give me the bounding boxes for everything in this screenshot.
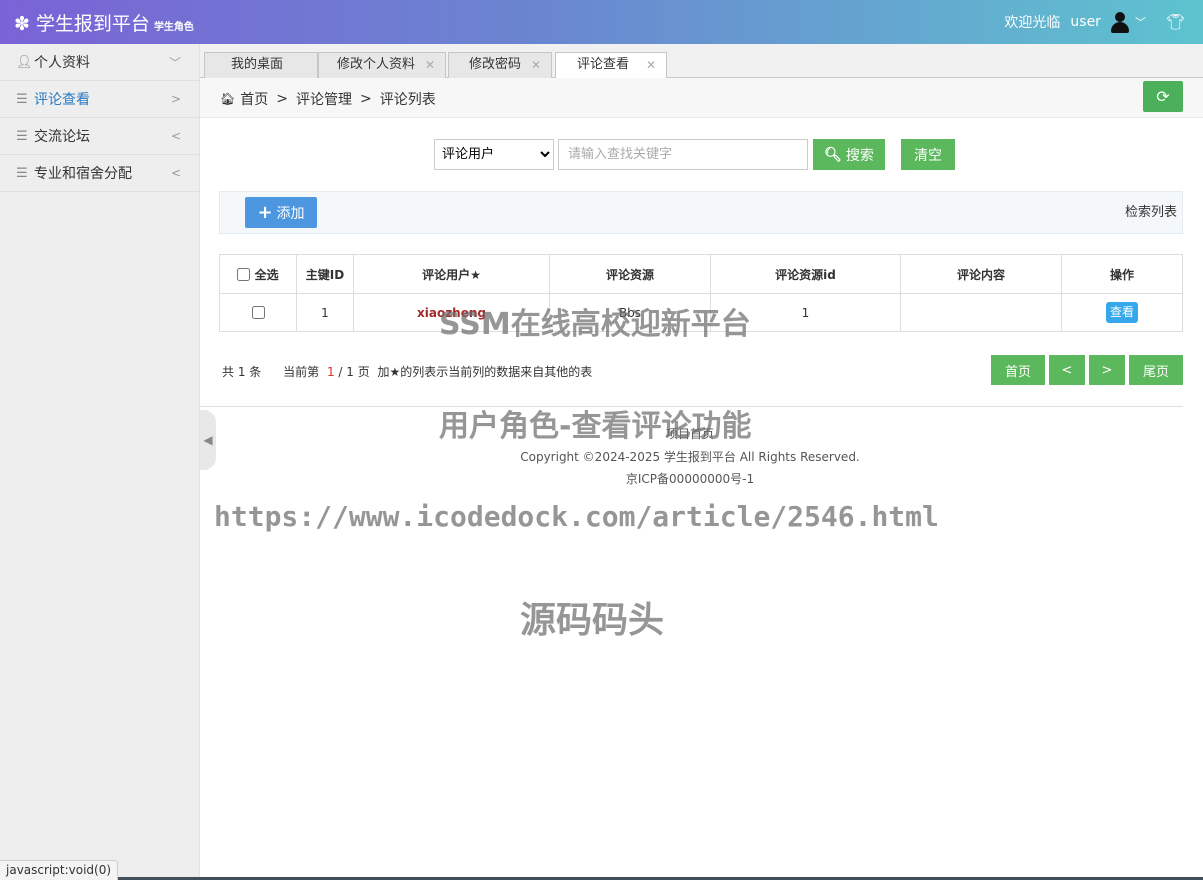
search-bar: 评论用户 🔍︎ 搜索 清空	[434, 139, 955, 170]
footer-icp[interactable]: 京ICP备00000000号-1	[420, 470, 960, 487]
header-actions: 操作	[1061, 254, 1183, 294]
search-button[interactable]: 🔍︎ 搜索	[813, 139, 885, 170]
sidebar: 👤︎ 个人资料 ﹀ ☰ 评论查看 > ☰ 交流论坛 < ☰ 专业和宿舍分配 < …	[0, 44, 216, 880]
menu-lines-icon: ☰	[16, 91, 28, 107]
view-button[interactable]: 查看	[1106, 302, 1138, 323]
cell-actions: 查看	[1061, 293, 1183, 332]
tab-change-password[interactable]: 修改密码 ✕	[448, 52, 552, 78]
tab-label: 评论查看	[577, 57, 630, 72]
username[interactable]: user	[1070, 14, 1101, 30]
close-icon[interactable]: ✕	[646, 53, 656, 77]
chevron-right-icon: >	[170, 92, 181, 106]
search-icon: 🔍︎	[824, 146, 842, 163]
breadcrumb-level2: 评论列表	[379, 92, 436, 108]
current-prefix: 当前第	[283, 365, 320, 379]
header-resource-id: 评论资源id	[710, 254, 901, 294]
star-note: 加★的列表示当前列的数据来自其他的表	[377, 365, 593, 379]
add-button-label: 添加	[276, 205, 305, 222]
row-select-cell	[219, 293, 297, 332]
prev-page-button[interactable]: <	[1049, 355, 1085, 385]
current-page: 1	[326, 365, 335, 379]
tab-comments[interactable]: 评论查看 ✕	[555, 52, 667, 79]
tab-desktop[interactable]: 我的桌面	[204, 52, 318, 78]
chevron-down-icon: ﹀	[168, 55, 181, 70]
header-select-all[interactable]: 全选	[219, 254, 297, 294]
first-page-button[interactable]: 首页	[991, 355, 1045, 385]
watermark-url: https://www.icodedock.com/article/2546.h…	[214, 500, 939, 533]
chevron-down-icon[interactable]: ﹀	[1135, 14, 1146, 30]
pager: 首页 < > 尾页	[987, 355, 1183, 385]
page-total: / 1 页	[338, 365, 370, 379]
footer-copyright: Copyright ©2024-2025 学生报到平台 All Rights R…	[520, 450, 860, 464]
welcome-text: 欢迎光临	[1004, 15, 1061, 31]
add-button[interactable]: + 添加	[245, 197, 317, 228]
tab-label: 修改密码	[469, 57, 522, 72]
role-label: 学生角色	[153, 22, 194, 33]
header-id: 主键ID	[296, 254, 354, 294]
menu-lines-icon: ☰	[16, 128, 28, 144]
chevron-left-icon: <	[170, 129, 181, 143]
search-field-select[interactable]: 评论用户	[434, 139, 554, 170]
search-input[interactable]	[558, 139, 808, 170]
list-title: 检索列表	[1124, 205, 1177, 220]
sidebar-item-label: 评论查看	[34, 92, 90, 108]
breadcrumb-home[interactable]: 首页	[240, 89, 268, 109]
tab-bar: 我的桌面 修改个人资料 ✕ 修改密码 ✕ 评论查看 ✕	[200, 44, 1203, 79]
user-area: 欢迎光临 user ﹀ 👕︎	[1004, 0, 1185, 44]
sidebar-item-comments[interactable]: ☰ 评论查看 >	[0, 81, 199, 118]
app-title: 学生报到平台	[35, 13, 150, 35]
watermark-brand: 源码码头	[520, 600, 665, 641]
chevron-left-icon: <	[170, 166, 181, 180]
breadcrumb-separator: >	[276, 91, 288, 107]
home-icon: 🏠︎	[220, 92, 236, 106]
sidebar-item-label: 专业和宿舍分配	[34, 166, 132, 182]
sidebar-item-dorm[interactable]: ☰ 专业和宿舍分配 <	[0, 155, 199, 192]
search-button-label: 搜索	[845, 147, 874, 164]
plus-icon: +	[257, 202, 273, 223]
header-content: 评论内容	[900, 254, 1062, 294]
close-icon[interactable]: ✕	[531, 53, 541, 77]
sidebar-item-label: 交流论坛	[34, 129, 90, 145]
watermark-subtitle: 用户角色-查看评论功能	[439, 409, 752, 444]
row-checkbox[interactable]	[251, 305, 265, 319]
next-page-button[interactable]: >	[1089, 355, 1125, 385]
gear-flower-icon: ✽	[14, 13, 30, 35]
breadcrumb: 🏠︎ 首页 > 评论管理 > 评论列表 ⟳	[200, 78, 1203, 118]
sidebar-item-label: 个人资料	[34, 55, 90, 71]
page-info: 共 1 条 当前第 1 / 1 页 加★的列表示当前列的数据来自其他的表	[222, 363, 592, 380]
cell-content	[900, 293, 1062, 332]
browser-status-bar: javascript:void(0)	[0, 860, 119, 880]
clear-button[interactable]: 清空	[901, 139, 955, 170]
brand[interactable]: ✽ 学生报到平台 学生角色	[14, 9, 194, 36]
refresh-icon: ⟳	[1156, 87, 1170, 106]
breadcrumb-separator: >	[359, 91, 372, 107]
breadcrumb-level1[interactable]: 评论管理	[296, 89, 352, 109]
tab-label: 我的桌面	[231, 57, 284, 72]
person-icon: 👤︎	[16, 54, 33, 70]
table-header-row: 全选 主键ID 评论用户★ 评论资源 评论资源id 评论内容 操作	[219, 254, 1183, 294]
sidebar-item-profile[interactable]: 👤︎ 个人资料 ﹀	[0, 44, 199, 81]
tab-label: 修改个人资料	[337, 57, 416, 72]
last-page-button[interactable]: 尾页	[1129, 355, 1183, 385]
select-all-checkbox[interactable]	[237, 267, 251, 281]
cell-id: 1	[296, 293, 354, 332]
clear-button-label: 清空	[914, 147, 942, 164]
watermark-title: SSM在线高校迎新平台	[439, 307, 751, 342]
tab-edit-profile[interactable]: 修改个人资料 ✕	[318, 52, 446, 78]
user-avatar-icon[interactable]	[1109, 11, 1131, 33]
header-label: 全选	[254, 267, 279, 282]
list-toolbar: + 添加 检索列表	[219, 191, 1183, 234]
total-count: 共 1 条	[222, 365, 262, 379]
sidebar-item-forum[interactable]: ☰ 交流论坛 <	[0, 118, 199, 155]
header-user: 评论用户★	[353, 254, 550, 294]
refresh-button[interactable]: ⟳	[1143, 81, 1183, 112]
header-resource: 评论资源	[549, 254, 711, 294]
close-icon[interactable]: ✕	[425, 53, 435, 77]
top-header: ✽ 学生报到平台 学生角色 欢迎光临 user ﹀ 👕︎	[0, 0, 1203, 44]
tshirt-icon[interactable]: 👕︎	[1166, 13, 1185, 31]
menu-lines-icon: ☰	[16, 165, 28, 181]
sidebar-collapse-handle[interactable]: ◀	[200, 410, 216, 470]
